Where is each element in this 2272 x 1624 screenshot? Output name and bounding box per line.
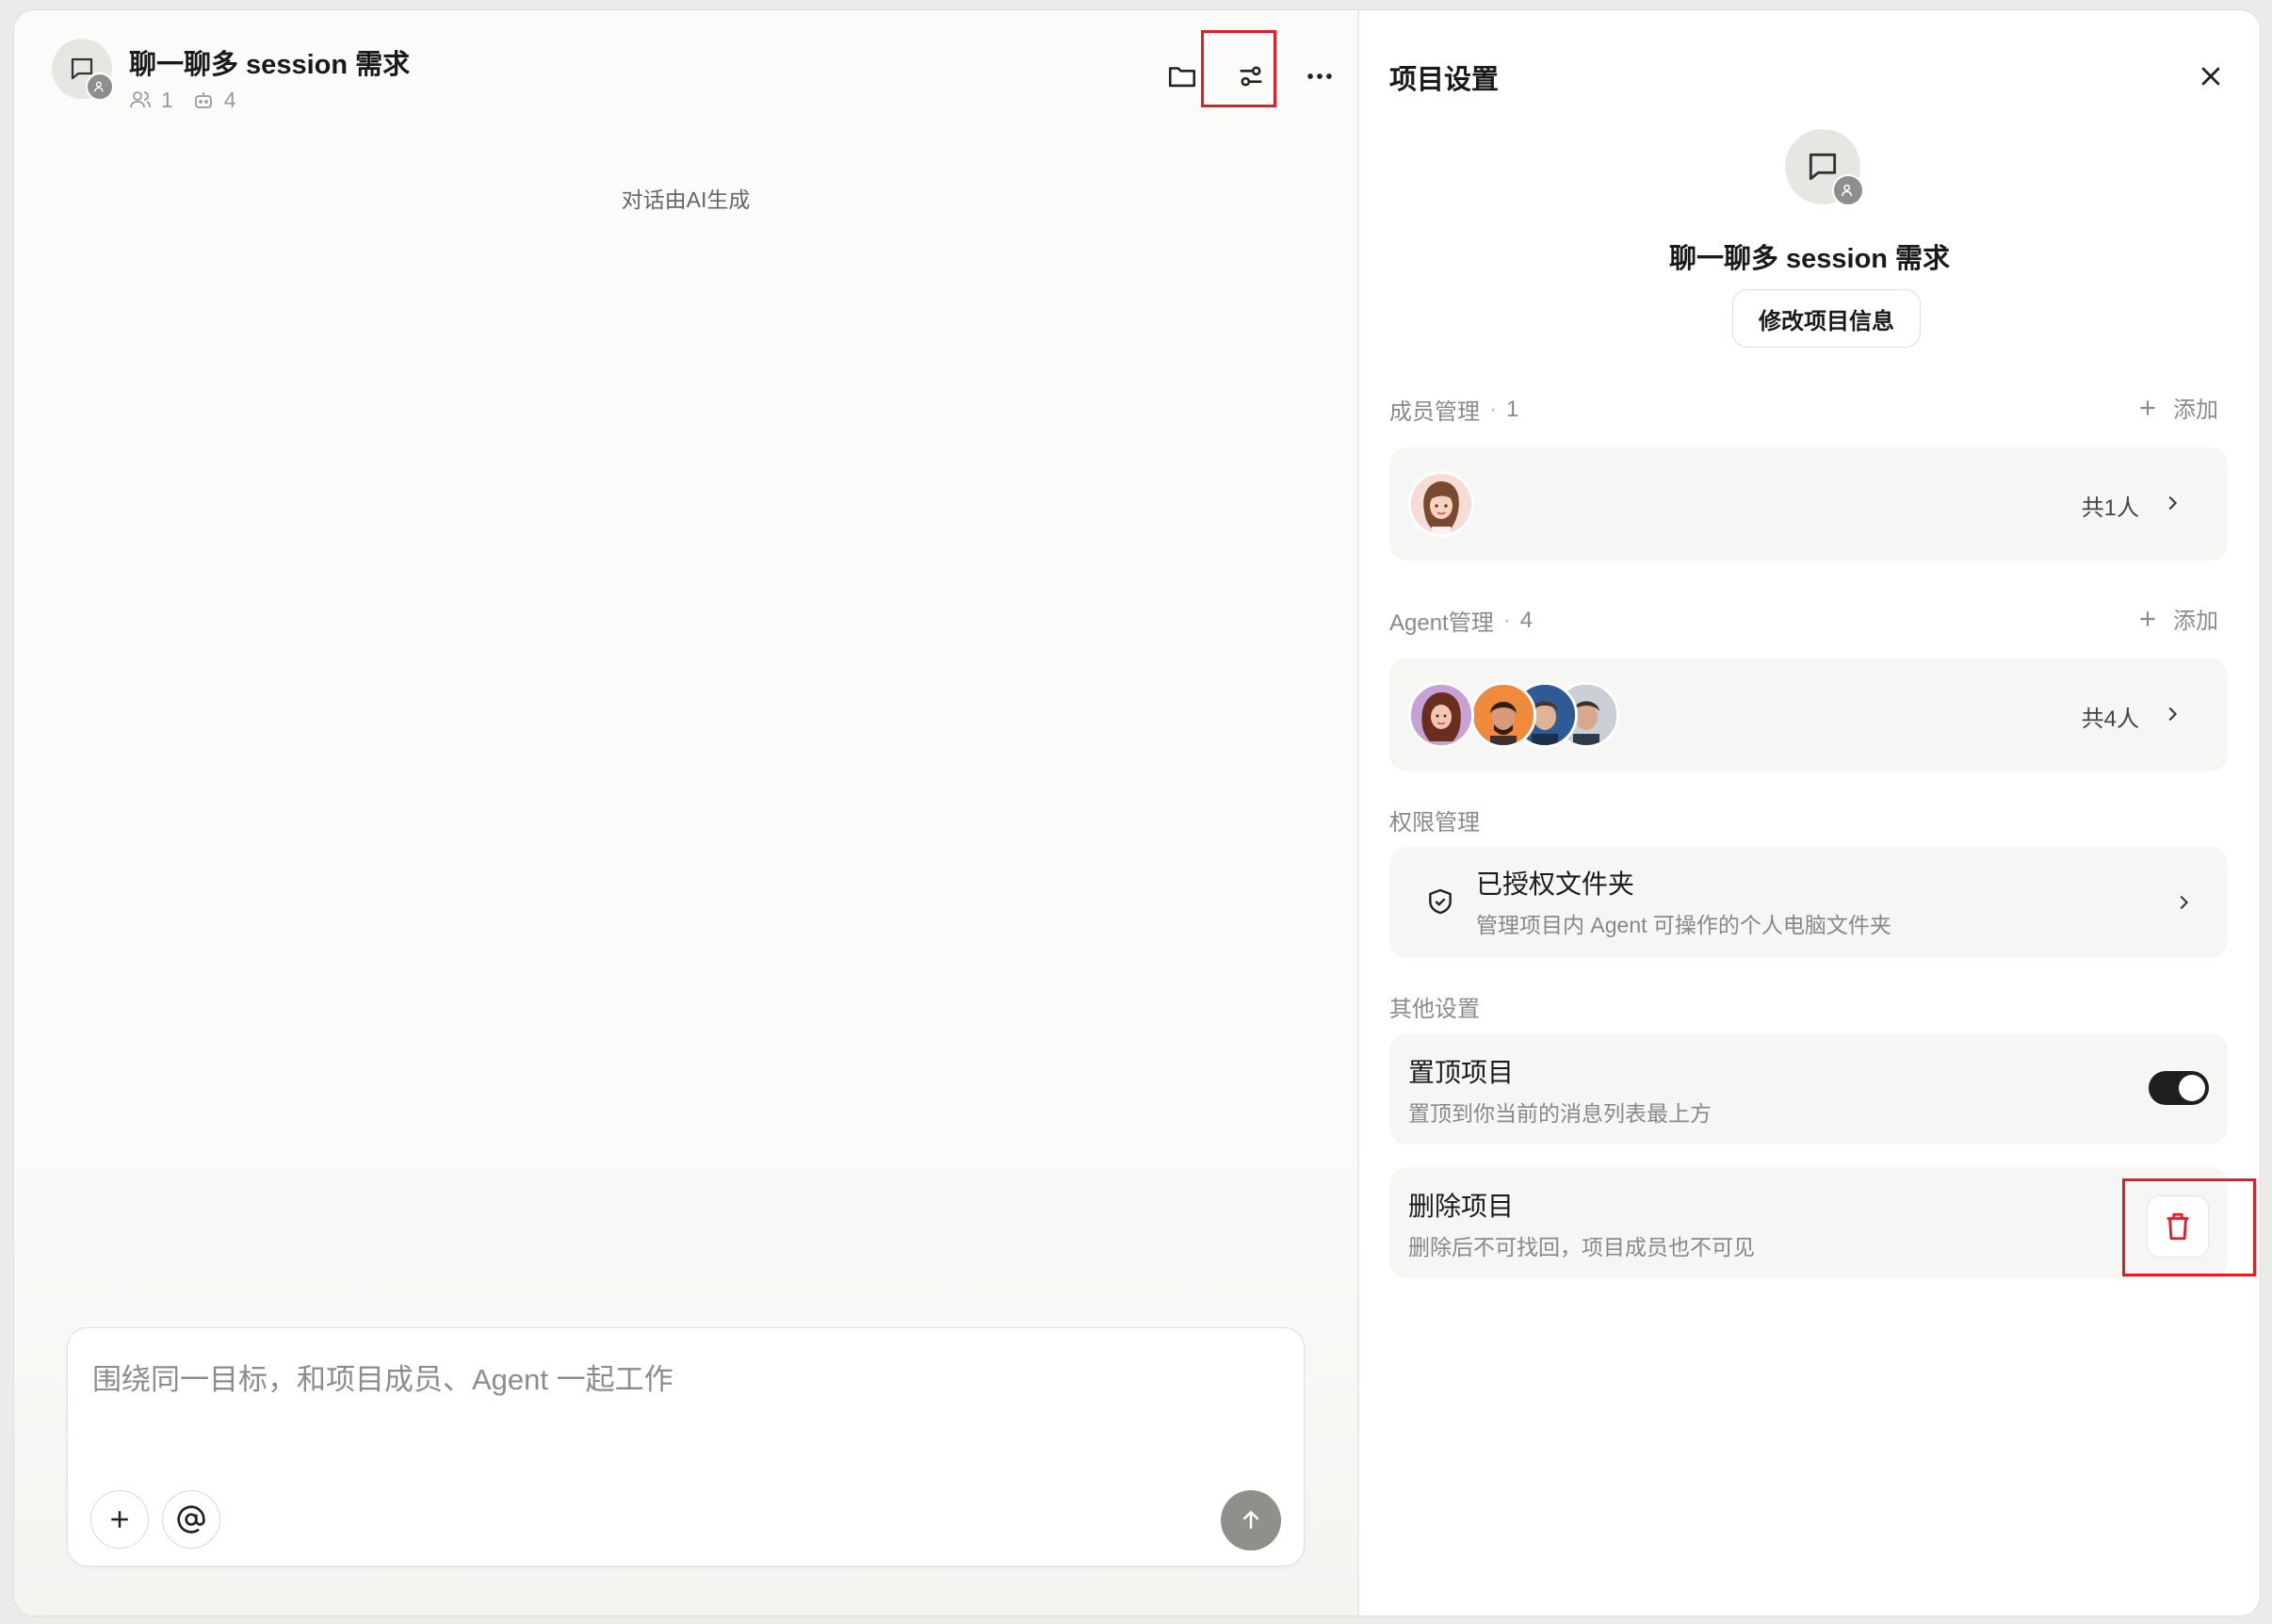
delete-project-title: 删除项目 xyxy=(1408,1192,1515,1221)
settings-panel: 项目设置 聊一聊多 session 需求 修改项目信息 成员管理 · 1 添加 xyxy=(1359,10,2260,1616)
robot-icon xyxy=(194,92,212,108)
shield-check-icon xyxy=(1429,888,1452,915)
at-icon xyxy=(177,1505,205,1534)
pin-project-title: 置顶项目 xyxy=(1408,1058,1515,1087)
authorized-folders-card[interactable]: 已授权文件夹 管理项目内 Agent 可操作的个人电脑文件夹 xyxy=(1389,847,2228,958)
chevron-right-icon xyxy=(2180,895,2189,910)
member-count: 1 xyxy=(161,87,173,112)
member-badge-icon xyxy=(86,73,114,101)
mention-button[interactable] xyxy=(162,1490,220,1549)
chat-panel: 聊一聊多 session 需求 1 4 对话由AI生成 xyxy=(14,10,1357,1616)
add-agent-label: 添加 xyxy=(2173,609,2218,634)
close-icon xyxy=(2201,67,2220,86)
plus-icon xyxy=(2140,399,2155,415)
agents-card[interactable]: 共4人 xyxy=(1389,658,2228,771)
agent-avatar-1 xyxy=(1408,682,1474,748)
chevron-right-icon xyxy=(2168,706,2178,722)
member-badge-icon xyxy=(1832,174,1864,206)
highlight-box-delete xyxy=(2122,1178,2256,1276)
plus-icon xyxy=(111,1511,128,1528)
delete-project-card: 删除项目 删除后不可找回，项目成员也不可见 xyxy=(1389,1167,2228,1278)
attach-button[interactable] xyxy=(90,1490,149,1549)
chat-meta: 1 4 xyxy=(129,84,246,116)
settings-title: 项目设置 xyxy=(1389,65,1500,95)
add-member-label: 添加 xyxy=(2173,398,2218,423)
separator-dot: · xyxy=(1489,396,1497,422)
authorized-folders-subtitle: 管理项目内 Agent 可操作的个人电脑文件夹 xyxy=(1476,913,1891,937)
chevron-right-icon xyxy=(2168,495,2178,511)
pin-project-toggle[interactable] xyxy=(2149,1071,2209,1105)
agent-avatar-2 xyxy=(1470,682,1536,748)
agents-count: 4 xyxy=(1519,607,1534,633)
members-card[interactable]: 共1人 xyxy=(1389,447,2228,560)
chat-title: 聊一聊多 session 需求 xyxy=(129,50,411,80)
agents-section-label: Agent管理 · 4 xyxy=(1389,604,1533,637)
members-count: 1 xyxy=(1506,396,1519,422)
highlight-box-settings xyxy=(1201,30,1276,107)
project-name: 聊一聊多 session 需求 xyxy=(1668,244,1951,274)
authorized-folders-title: 已授权文件夹 xyxy=(1476,869,1635,899)
plus-icon xyxy=(2140,610,2155,626)
permissions-section-label: 权限管理 xyxy=(1389,804,1480,836)
separator-dot: · xyxy=(1502,607,1511,633)
member-avatar xyxy=(1408,471,1474,537)
arrow-up-icon xyxy=(1242,1510,1259,1529)
edit-project-button[interactable]: 修改项目信息 xyxy=(1732,289,1921,348)
add-agent-button[interactable]: 添加 xyxy=(2135,602,2218,635)
add-member-button[interactable]: 添加 xyxy=(2135,391,2218,424)
members-section-label: 成员管理 · 1 xyxy=(1389,393,1518,426)
message-composer xyxy=(67,1327,1305,1567)
folder-icon xyxy=(1168,67,1196,88)
other-section-label: 其他设置 xyxy=(1389,990,1480,1023)
pin-project-card: 置顶项目 置顶到你当前的消息列表最上方 xyxy=(1389,1033,2228,1145)
close-button[interactable] xyxy=(2188,54,2233,99)
ai-generated-note: 对话由AI生成 xyxy=(621,187,751,212)
project-avatar[interactable] xyxy=(52,39,114,101)
project-avatar-large xyxy=(1785,129,1864,206)
pin-project-subtitle: 置顶到你当前的消息列表最上方 xyxy=(1408,1101,1712,1126)
more-icon xyxy=(1307,73,1332,79)
agents-total: 共4人 xyxy=(2081,706,2139,732)
delete-project-subtitle: 删除后不可找回，项目成员也不可见 xyxy=(1408,1235,1755,1259)
members-icon xyxy=(130,91,151,108)
permissions-label: 权限管理 xyxy=(1389,810,1480,836)
send-button[interactable] xyxy=(1221,1490,1281,1551)
agents-label: Agent管理 xyxy=(1389,610,1494,636)
agent-count: 4 xyxy=(223,87,236,112)
message-input[interactable] xyxy=(90,1362,1225,1398)
app-window: 聊一聊多 session 需求 1 4 对话由AI生成 围绕同一目标，和项目成员… xyxy=(13,9,2261,1616)
members-total: 共1人 xyxy=(2081,495,2139,521)
more-button[interactable] xyxy=(1291,48,1348,105)
members-label: 成员管理 xyxy=(1389,399,1480,425)
other-label: 其他设置 xyxy=(1389,997,1480,1022)
toggle-knob xyxy=(2179,1075,2205,1101)
